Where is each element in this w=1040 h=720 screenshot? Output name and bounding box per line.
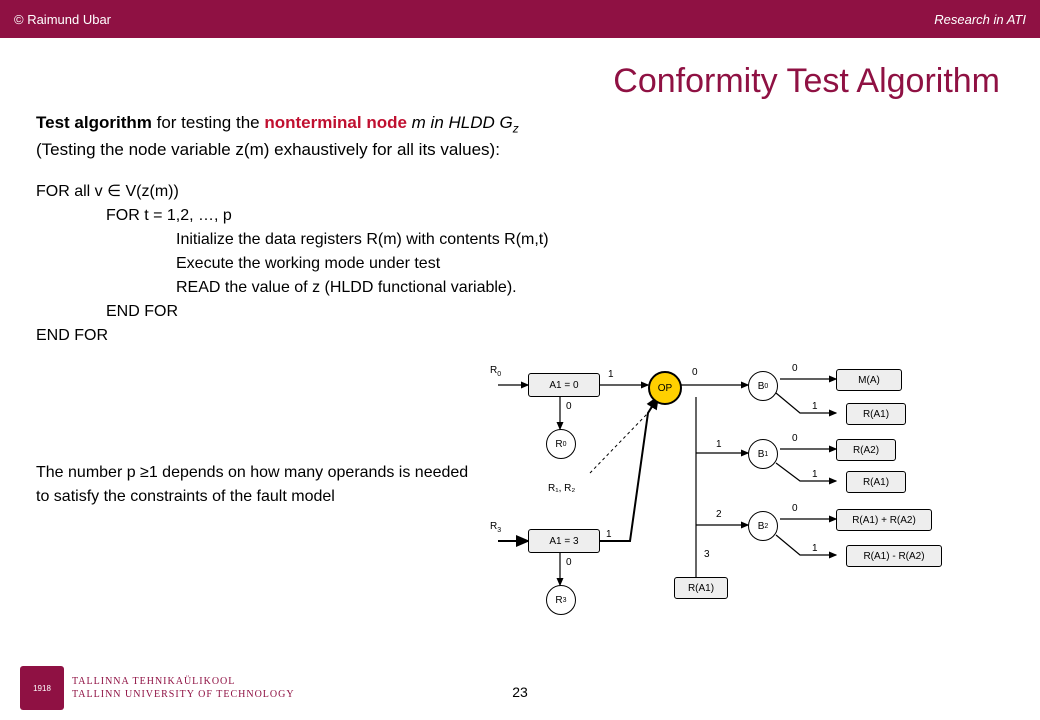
footer: 1918 TALLINNA TEHNIKAÜLIKOOL TALLINN UNI… bbox=[20, 666, 1020, 710]
edge-lbl: 3 bbox=[704, 549, 710, 560]
node-b0: B0 bbox=[748, 371, 778, 401]
node-a1-3: A1 = 3 bbox=[528, 529, 600, 553]
edge-lbl: 0 bbox=[792, 433, 798, 444]
term-ma: M(A) bbox=[836, 369, 902, 391]
lbl-r0: R0 bbox=[490, 365, 501, 378]
node-b2: B2 bbox=[748, 511, 778, 541]
node-r0-circle: R0 bbox=[546, 429, 576, 459]
term-minus: R(A1) - R(A2) bbox=[846, 545, 942, 567]
algo-line: FOR all v ∈ V(z(m)) bbox=[36, 180, 1004, 204]
algo-line: READ the value of z (HLDD functional var… bbox=[36, 276, 1004, 300]
lbl-r3: R3 bbox=[490, 521, 501, 534]
header-bar: © Raimund Ubar Research in ATI bbox=[0, 0, 1040, 38]
intro-bold: Test algorithm bbox=[36, 113, 152, 132]
intro-text: Test algorithm for testing the nontermin… bbox=[36, 111, 1004, 162]
seal-icon: 1918 bbox=[20, 666, 64, 710]
university-name: TALLINNA TEHNIKAÜLIKOOL TALLINN UNIVERSI… bbox=[72, 675, 295, 701]
edge-lbl: 1 bbox=[812, 469, 818, 480]
edge-lbl: 0 bbox=[792, 503, 798, 514]
term-ra1-1: R(A1) bbox=[846, 403, 906, 425]
term-ra1-2: R(A1) bbox=[846, 471, 906, 493]
edge-lbl: 1 bbox=[812, 543, 818, 554]
node-r3-circle: R3 bbox=[546, 585, 576, 615]
copyright: © Raimund Ubar bbox=[14, 12, 111, 27]
university-logo: 1918 TALLINNA TEHNIKAÜLIKOOL TALLINN UNI… bbox=[20, 666, 295, 710]
edge-lbl: 1 bbox=[812, 401, 818, 412]
edge-lbl: 0 bbox=[566, 401, 572, 412]
intro-red: nonterminal node bbox=[264, 113, 407, 132]
algo-line: FOR t = 1,2, …, p bbox=[36, 204, 1004, 228]
edge-lbl: 1 bbox=[608, 369, 614, 380]
term-plus: R(A1) + R(A2) bbox=[836, 509, 932, 531]
term-ra2: R(A2) bbox=[836, 439, 896, 461]
edge-lbl: 1 bbox=[716, 439, 722, 450]
edge-lbl: 2 bbox=[716, 509, 722, 520]
algo-line: Execute the working mode under test bbox=[36, 252, 1004, 276]
note-text: The number p ≥1 depends on how many oper… bbox=[36, 461, 476, 509]
algorithm: FOR all v ∈ V(z(m)) FOR t = 1,2, …, p In… bbox=[36, 180, 1004, 348]
algo-line: END FOR bbox=[36, 300, 1004, 324]
edge-lbl: 0 bbox=[792, 363, 798, 374]
node-b1: B1 bbox=[748, 439, 778, 469]
node-op: OP bbox=[648, 371, 682, 405]
hldd-diagram: R0 R3 R₁, R₂ A1 = 0 A1 = 3 OP R0 R3 B0 B… bbox=[480, 353, 1000, 653]
research-label: Research in ATI bbox=[934, 12, 1026, 27]
edge-lbl: 0 bbox=[692, 367, 698, 378]
edge-lbl: 0 bbox=[566, 557, 572, 568]
term-ra1-bottom: R(A1) bbox=[674, 577, 728, 599]
slide-body: Test algorithm for testing the nontermin… bbox=[0, 111, 1040, 348]
algo-line: END FOR bbox=[36, 324, 1004, 348]
edge-lbl: 1 bbox=[606, 529, 612, 540]
algo-line: Initialize the data registers R(m) with … bbox=[36, 228, 1004, 252]
slide-title: Conformity Test Algorithm bbox=[0, 38, 1040, 111]
lbl-r1r2: R₁, R₂ bbox=[548, 483, 575, 494]
node-a1-0: A1 = 0 bbox=[528, 373, 600, 397]
